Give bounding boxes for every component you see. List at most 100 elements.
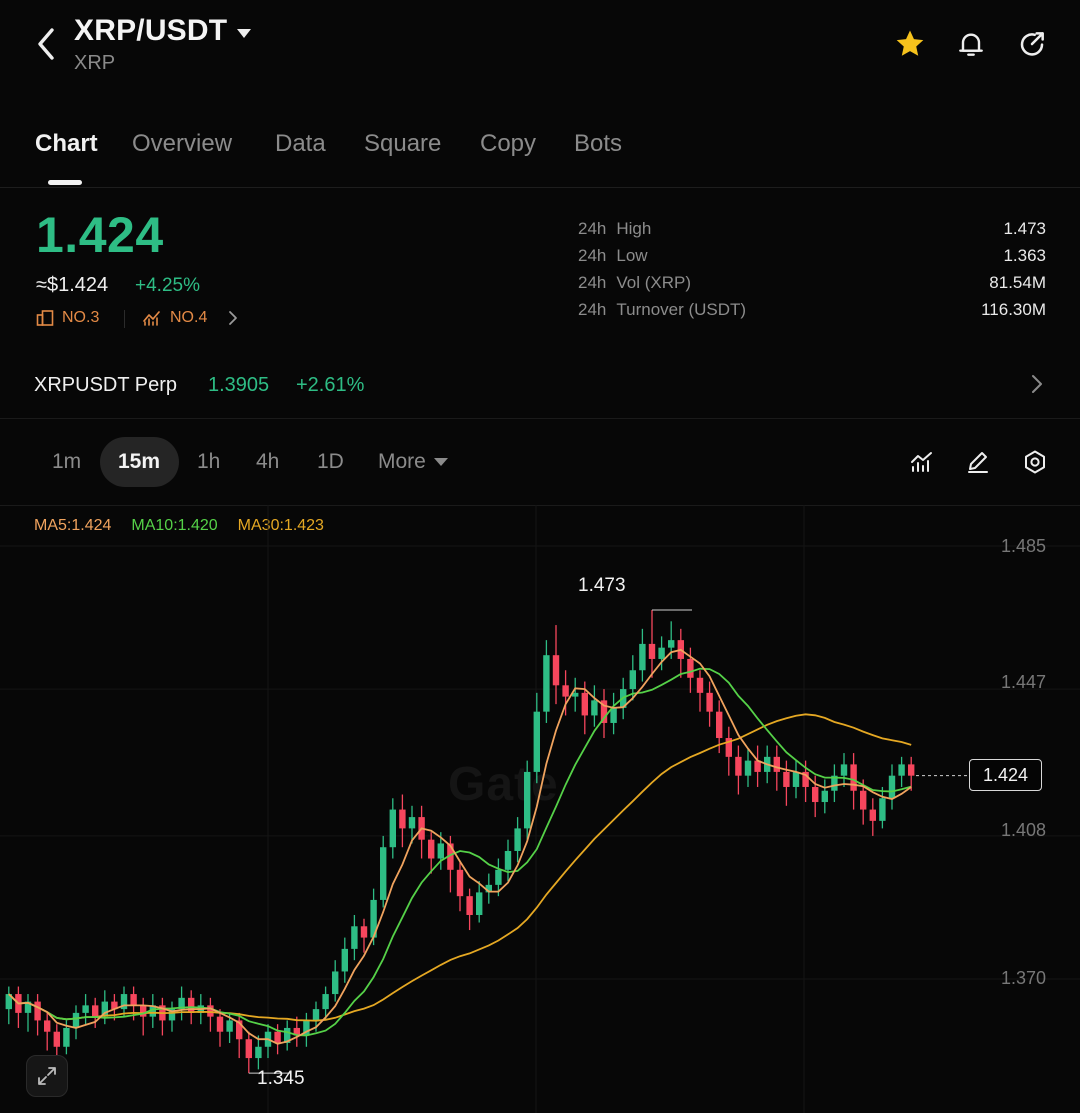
share-icon <box>1020 32 1044 56</box>
candle-body <box>245 1039 252 1059</box>
ma10-line <box>8 667 912 1037</box>
y-tick-label: 1.370 <box>1000 968 1046 988</box>
fullscreen-button[interactable] <box>26 1055 68 1097</box>
stat-vol-label: 24h Vol (XRP) <box>578 273 692 292</box>
active-tab-indicator <box>48 180 82 185</box>
candle-body <box>428 839 435 859</box>
pair-subtitle: XRP <box>74 52 116 74</box>
last-price-tag: 1.424 <box>969 759 1042 791</box>
candle-body <box>312 1009 320 1021</box>
candle-body <box>216 1016 224 1032</box>
favorite-button[interactable] <box>892 26 928 62</box>
divider <box>124 310 125 328</box>
candle-body <box>773 756 780 772</box>
candle-body <box>658 647 665 659</box>
stat-turnover-value: 116.30M <box>981 300 1046 319</box>
candle-body <box>533 711 540 772</box>
candle-body <box>812 786 819 803</box>
ma5-line <box>8 648 912 1045</box>
tab-data[interactable]: Data <box>275 130 326 158</box>
candle-body <box>504 850 512 870</box>
candle-body <box>908 764 915 776</box>
candle-body <box>389 809 396 848</box>
candle-body <box>274 1031 281 1044</box>
candle-body <box>552 655 560 686</box>
interval-1m[interactable]: 1m <box>52 450 81 474</box>
share-button[interactable] <box>1014 26 1050 62</box>
tab-chart[interactable]: Chart <box>35 130 98 158</box>
trend-chart-icon <box>143 311 160 326</box>
caret-down-icon <box>433 458 448 467</box>
rank-label: NO.3 <box>62 309 100 326</box>
tab-overview[interactable]: Overview <box>132 130 232 158</box>
caret-down-icon <box>237 28 252 38</box>
candle-body <box>188 997 195 1013</box>
candle-body <box>207 1005 214 1017</box>
tab-copy[interactable]: Copy <box>480 130 536 158</box>
candle-body <box>140 1005 147 1017</box>
back-button[interactable] <box>28 24 64 64</box>
candle-body <box>898 764 905 776</box>
candle-body <box>591 700 598 716</box>
candle-body <box>92 1005 99 1017</box>
candlestick-chart[interactable] <box>0 505 1080 1113</box>
change-percent: +4.25% <box>135 275 200 296</box>
pencil-icon <box>968 452 988 473</box>
usd-price: ≈$1.424 <box>36 274 109 296</box>
candle-body <box>63 1027 70 1047</box>
candle-body <box>399 809 406 829</box>
candle-body <box>341 948 348 972</box>
chart-settings-button[interactable] <box>1018 445 1052 479</box>
draw-button[interactable] <box>961 445 995 479</box>
candle-body <box>869 809 876 821</box>
perp-name[interactable]: XRPUSDT Perp <box>34 374 177 397</box>
high-marker-label: 1.473 <box>578 575 626 596</box>
interval-1h[interactable]: 1h <box>197 450 220 474</box>
bell-icon <box>959 33 983 56</box>
tab-square[interactable]: Square <box>364 130 441 158</box>
stat-high-value: 1.473 <box>1003 219 1046 238</box>
candle-body <box>821 790 828 803</box>
tab-bots[interactable]: Bots <box>574 130 622 158</box>
candle-body <box>783 771 790 787</box>
candle-body <box>82 1005 89 1013</box>
candle-body <box>648 643 656 659</box>
indicator-chart-icon <box>911 452 932 472</box>
candle-body <box>735 756 742 776</box>
candle-body <box>792 771 800 787</box>
interval-more[interactable]: More <box>378 450 448 474</box>
alert-button[interactable] <box>953 26 989 62</box>
candle-body <box>360 926 368 938</box>
candle-body <box>696 677 704 693</box>
candle-body <box>888 775 896 799</box>
candle-body <box>466 896 473 915</box>
market-cap-rank[interactable]: NO.3 <box>36 309 99 327</box>
candle-body <box>72 1012 80 1028</box>
indicators-button[interactable] <box>905 445 939 479</box>
candle-body <box>408 817 416 829</box>
stat-high-label: 24h High <box>578 219 652 238</box>
interval-4h[interactable]: 4h <box>256 450 279 474</box>
more-label: More <box>378 450 426 473</box>
candle-body <box>322 994 329 1010</box>
candle-body <box>860 790 867 810</box>
rank-label: NO.4 <box>170 309 208 326</box>
chevron-right-icon <box>229 311 238 325</box>
star-icon <box>896 30 924 56</box>
gear-icon <box>1025 450 1045 474</box>
perp-open-button[interactable] <box>1030 372 1044 401</box>
candle-body <box>130 994 137 1006</box>
candle-body <box>380 847 387 900</box>
candle-body <box>456 869 464 897</box>
perp-change: +2.61% <box>296 374 365 396</box>
candle-body <box>840 764 848 776</box>
candle-body <box>34 1001 41 1021</box>
trending-rank[interactable]: NO.4 <box>142 309 239 327</box>
interval-1d[interactable]: 1D <box>317 450 344 474</box>
interval-15m[interactable]: 15m <box>118 450 160 474</box>
candle-body <box>716 711 723 739</box>
candle-body <box>44 1020 51 1032</box>
candle-body <box>332 971 339 995</box>
candle-body <box>53 1031 60 1047</box>
pair-selector[interactable]: XRP/USDT <box>74 14 252 48</box>
